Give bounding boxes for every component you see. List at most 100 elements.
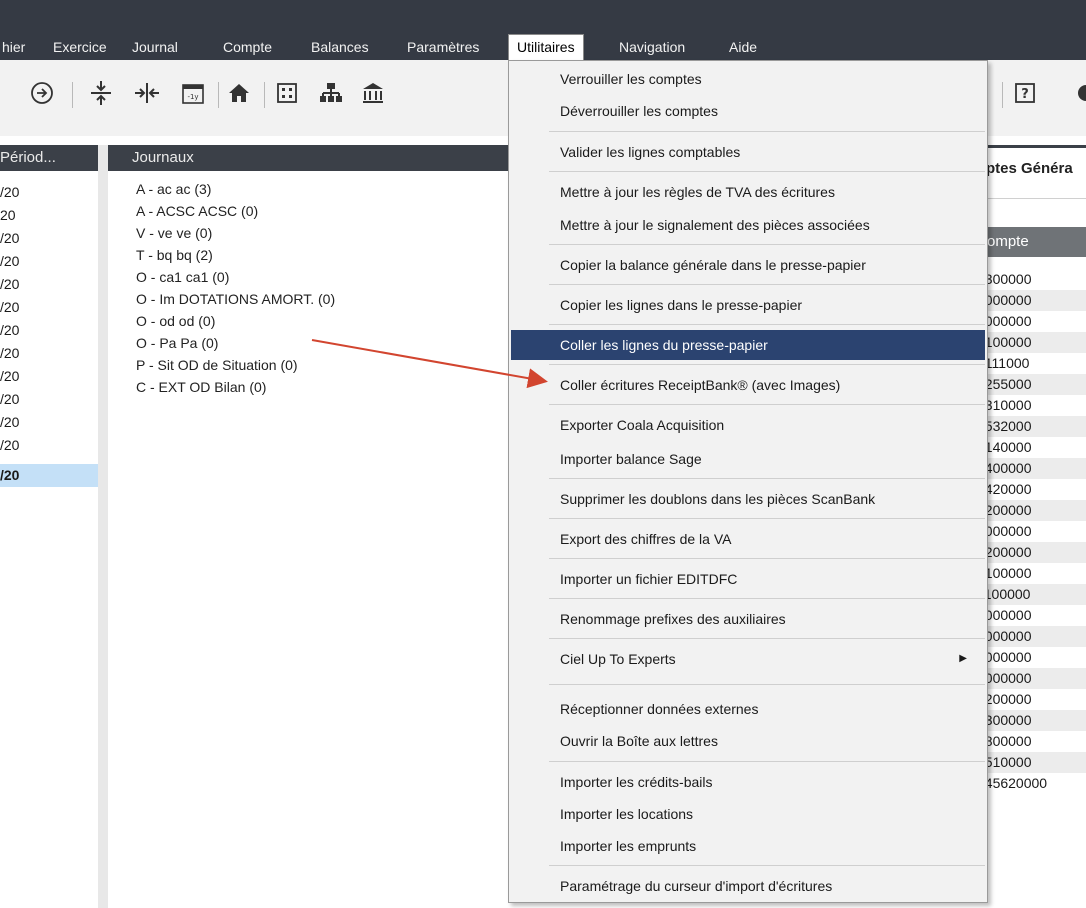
menu-aide[interactable]: Aide — [721, 34, 765, 60]
list-item[interactable]: T - bq bq (2) — [136, 244, 213, 266]
list-item[interactable]: O - ca1 ca1 (0) — [136, 266, 229, 288]
list-item[interactable]: /20 — [0, 319, 98, 342]
help-icon[interactable]: ? — [1008, 76, 1042, 110]
table-row[interactable]: 1100000 — [975, 584, 1086, 605]
menu-separator — [549, 558, 985, 559]
list-item[interactable]: /20 — [0, 250, 98, 273]
menu-item-exporter-coala[interactable]: Exporter Coala Acquisition — [511, 410, 985, 440]
menu-balances[interactable]: Balances — [303, 34, 377, 60]
menu-item-deverrouiller-comptes[interactable]: Déverrouiller les comptes — [511, 96, 985, 126]
menu-item-verrouiller-comptes[interactable]: Verrouiller les comptes — [511, 64, 985, 94]
menu-navigation[interactable]: Navigation — [611, 34, 693, 60]
menu-item-valider-lignes[interactable]: Valider les lignes comptables — [511, 137, 985, 167]
list-item[interactable]: P - Sit OD de Situation (0) — [136, 354, 298, 376]
collapse-horizontal-icon[interactable] — [130, 76, 164, 110]
periods-header-label: Périod... — [0, 149, 56, 166]
bank-icon[interactable] — [356, 76, 390, 110]
table-row[interactable]: 1000000 — [975, 605, 1086, 626]
table-row[interactable]: 445620000 — [975, 773, 1086, 794]
menu-item-coller-receiptbank[interactable]: Coller écritures ReceiptBank® (avec Imag… — [511, 370, 985, 400]
table-row[interactable]: 4111000 — [975, 353, 1086, 374]
list-item[interactable]: /20 — [0, 273, 98, 296]
list-item-selected[interactable]: /20 — [0, 464, 98, 487]
menu-exercice[interactable]: Exercice — [45, 34, 115, 60]
menu-item-label: Ciel Up To Experts — [560, 651, 676, 667]
menu-item-importer-emprunts[interactable]: Importer les emprunts — [511, 831, 985, 861]
table-row[interactable]: 5140000 — [975, 437, 1086, 458]
menu-compte[interactable]: Compte — [215, 34, 280, 60]
menu-item-maj-regles-tva[interactable]: Mettre à jour les règles de TVA des écri… — [511, 177, 985, 207]
table-row[interactable]: 4100000 — [975, 563, 1086, 584]
menu-item-parametrage-curseur[interactable]: Paramétrage du curseur d'import d'écritu… — [511, 871, 985, 901]
table-row[interactable]: 9000000 — [975, 311, 1086, 332]
table-row[interactable]: 4532000 — [975, 416, 1086, 437]
table-row[interactable]: 7300000 — [975, 710, 1086, 731]
journals-header[interactable]: Journaux — [108, 145, 508, 171]
menu-utilitaires[interactable]: Utilitaires — [508, 34, 584, 60]
list-item[interactable]: A - ac ac (3) — [136, 178, 211, 200]
table-row[interactable]: 4255000 — [975, 374, 1086, 395]
accounts-column-header[interactable]: ompte — [975, 227, 1086, 257]
periods-list: /20 20 /20 /20 /20 /20 /20 /20 /20 /20 /… — [0, 171, 98, 908]
list-item[interactable]: O - Im DOTATIONS AMORT. (0) — [136, 288, 335, 310]
arrow-right-circle-icon[interactable] — [25, 76, 59, 110]
table-row[interactable]: 0000000 — [975, 290, 1086, 311]
org-chart-icon[interactable] — [314, 76, 348, 110]
table-row[interactable]: 0000000 — [975, 521, 1086, 542]
menu-item-maj-signalement-pieces[interactable]: Mettre à jour le signalement des pièces … — [511, 210, 985, 240]
building-icon[interactable] — [270, 76, 304, 110]
table-row[interactable]: 5510000 — [975, 752, 1086, 773]
list-item[interactable]: V - ve ve (0) — [136, 222, 212, 244]
menu-separator — [549, 404, 985, 405]
table-row[interactable]: 7200000 — [975, 689, 1086, 710]
list-item[interactable]: /20 — [0, 434, 98, 457]
list-item[interactable]: /20 — [0, 411, 98, 434]
list-item[interactable]: /20 — [0, 388, 98, 411]
table-row[interactable]: 7000000 — [975, 668, 1086, 689]
menu-item-supprimer-doublons[interactable]: Supprimer les doublons dans les pièces S… — [511, 484, 985, 514]
table-row[interactable]: 4100000 — [975, 332, 1086, 353]
table-row[interactable]: 1300000 — [975, 269, 1086, 290]
table-row[interactable]: 5400000 — [975, 458, 1086, 479]
menu-item-ouvrir-boite-lettres[interactable]: Ouvrir la Boîte aux lettres — [511, 726, 985, 756]
list-item[interactable]: O - od od (0) — [136, 310, 215, 332]
menu-item-importer-credits-bails[interactable]: Importer les crédits-bails — [511, 767, 985, 797]
menu-item-copier-lignes[interactable]: Copier les lignes dans le presse-papier — [511, 290, 985, 320]
list-item[interactable]: /20 — [0, 181, 98, 204]
table-row[interactable]: 1000000 — [975, 647, 1086, 668]
menu-fichier[interactable]: hier — [0, 34, 33, 60]
panel-splitter[interactable] — [98, 145, 108, 908]
circle-icon[interactable] — [1066, 76, 1086, 110]
list-item[interactable]: 20 — [0, 204, 98, 227]
list-item[interactable]: /20 — [0, 342, 98, 365]
table-row[interactable]: 5000000 — [975, 626, 1086, 647]
table-row[interactable]: 4310000 — [975, 395, 1086, 416]
menu-item-receptionner-donnees[interactable]: Réceptionner données externes — [511, 694, 985, 724]
list-item[interactable]: C - EXT OD Bilan (0) — [136, 376, 266, 398]
calendar-minus-1y-icon[interactable]: -1y — [176, 76, 210, 110]
menu-item-coller-lignes[interactable]: Coller les lignes du presse-papier — [511, 330, 985, 360]
menu-separator — [549, 171, 985, 172]
list-item[interactable]: A - ACSC ACSC (0) — [136, 200, 258, 222]
table-row[interactable]: 7800000 — [975, 731, 1086, 752]
menu-parametres[interactable]: Paramètres — [399, 34, 487, 60]
list-item[interactable]: /20 — [0, 296, 98, 319]
menu-item-importer-balance-sage[interactable]: Importer balance Sage — [511, 444, 985, 474]
list-item[interactable]: O - Pa Pa (0) — [136, 332, 218, 354]
menu-item-renommage-prefixes[interactable]: Renommage prefixes des auxiliaires — [511, 604, 985, 634]
list-item[interactable]: /20 — [0, 227, 98, 250]
menu-item-export-chiffres-va[interactable]: Export des chiffres de la VA — [511, 524, 985, 554]
home-icon[interactable] — [222, 76, 256, 110]
table-row[interactable]: 3200000 — [975, 500, 1086, 521]
menu-journal[interactable]: Journal — [124, 34, 186, 60]
menu-item-copier-balance[interactable]: Copier la balance générale dans le press… — [511, 250, 985, 280]
periods-header[interactable]: Périod... — [0, 145, 98, 171]
expand-vertical-icon[interactable] — [84, 76, 118, 110]
list-item[interactable]: /20 — [0, 365, 98, 388]
menu-item-ciel-up-to-experts[interactable]: Ciel Up To Experts ▶ — [511, 644, 985, 674]
accounts-column-header-label: ompte — [987, 233, 1029, 250]
menu-item-importer-editdfc[interactable]: Importer un fichier EDITDFC — [511, 564, 985, 594]
menu-item-importer-locations[interactable]: Importer les locations — [511, 799, 985, 829]
table-row[interactable]: 5420000 — [975, 479, 1086, 500]
table-row[interactable]: 1200000 — [975, 542, 1086, 563]
